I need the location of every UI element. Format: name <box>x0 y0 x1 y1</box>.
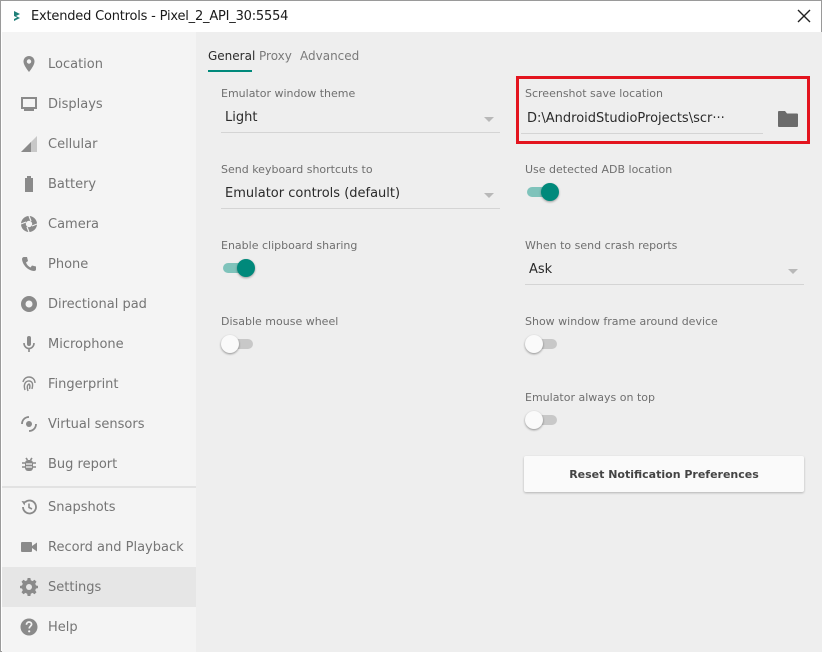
cellular-signal-icon <box>21 136 37 152</box>
sidebar-item-phone[interactable]: Phone <box>2 244 196 284</box>
crash-report-value: Ask <box>529 262 553 277</box>
microphone-icon <box>23 336 35 352</box>
sidebar-item-label: Microphone <box>48 336 124 352</box>
mousewheel-toggle[interactable] <box>221 334 255 354</box>
battery-icon <box>25 176 33 192</box>
toggle-thumb <box>525 411 543 429</box>
screenshot-location-value: D:\AndroidStudioProjects\scr··· <box>527 111 725 126</box>
screenshot-location-field[interactable]: D:\AndroidStudioProjects\scr··· <box>521 106 763 134</box>
sidebar-item-fingerprint[interactable]: Fingerprint <box>2 364 196 404</box>
help-icon <box>20 618 38 636</box>
window-title: Extended Controls - Pixel_2_API_30:5554 <box>31 9 289 24</box>
sidebar-item-settings[interactable]: Settings <box>2 567 196 607</box>
sidebar-item-camera[interactable]: Camera <box>2 204 196 244</box>
videocam-icon <box>21 542 37 552</box>
chevron-down-icon <box>484 193 494 198</box>
reset-button-label: Reset Notification Preferences <box>569 467 759 481</box>
clipboard-label: Enable clipboard sharing <box>221 239 358 252</box>
window-frame-toggle[interactable] <box>525 334 559 354</box>
chevron-down-icon <box>484 117 494 122</box>
theme-label: Emulator window theme <box>221 87 356 100</box>
window-frame-label: Show window frame around device <box>525 315 718 328</box>
title-bar[interactable]: Extended Controls - Pixel_2_API_30:5554 <box>1 1 821 32</box>
sidebar-item-location[interactable]: Location <box>2 44 196 84</box>
tab-advanced[interactable]: Advanced <box>300 49 359 63</box>
history-icon <box>21 499 37 515</box>
sidebar-item-label: Virtual sensors <box>48 416 145 432</box>
chevron-down-icon <box>788 269 798 274</box>
close-button[interactable] <box>793 5 815 27</box>
phone-icon <box>22 257 36 271</box>
sidebar-item-displays[interactable]: Displays <box>2 84 196 124</box>
bug-icon <box>22 457 36 471</box>
always-on-top-label: Emulator always on top <box>525 391 655 404</box>
android-studio-icon <box>14 11 20 21</box>
sidebar-item-battery[interactable]: Battery <box>2 164 196 204</box>
dpad-icon <box>21 296 37 312</box>
sidebar-item-virtual-sensors[interactable]: Virtual sensors <box>2 404 196 444</box>
theme-select[interactable]: Light <box>221 105 500 133</box>
sidebar-item-label: Phone <box>48 256 89 272</box>
shortcuts-label: Send keyboard shortcuts to <box>221 163 373 176</box>
shortcuts-value: Emulator controls (default) <box>225 186 401 201</box>
toggle-thumb <box>237 259 255 277</box>
sidebar-item-label: Record and Playback <box>48 539 184 555</box>
sidebar-item-snapshots[interactable]: Snapshots <box>2 487 196 527</box>
always-on-top-toggle[interactable] <box>525 410 559 430</box>
sidebar-item-directional-pad[interactable]: Directional pad <box>2 284 196 324</box>
sidebar-item-cellular[interactable]: Cellular <box>2 124 196 164</box>
toggle-thumb <box>541 183 559 201</box>
sidebar-item-bug-report[interactable]: Bug report <box>2 444 196 484</box>
toggle-thumb <box>221 335 239 353</box>
sidebar-item-label: Camera <box>48 216 100 232</box>
tab-proxy[interactable]: Proxy <box>259 49 292 63</box>
crash-report-label: When to send crash reports <box>525 239 678 252</box>
close-icon <box>797 9 811 23</box>
adb-toggle[interactable] <box>525 182 559 202</box>
mousewheel-label: Disable mouse wheel <box>221 315 339 328</box>
extended-controls-window: Extended Controls - Pixel_2_API_30:5554 … <box>0 0 822 652</box>
sidebar-item-microphone[interactable]: Microphone <box>2 324 196 364</box>
sidebar-item-label: Bug report <box>48 456 118 472</box>
display-icon <box>21 97 37 111</box>
sidebar-item-help[interactable]: Help <box>2 607 196 647</box>
sidebar-item-label: Displays <box>48 96 103 112</box>
sidebar-item-label: Snapshots <box>48 499 116 515</box>
camera-icon <box>20 215 38 233</box>
fingerprint-icon <box>22 376 36 392</box>
sidebar-item-label: Cellular <box>48 136 98 152</box>
location-pin-icon <box>23 56 35 72</box>
sidebar-item-label: Battery <box>48 176 97 192</box>
sidebar-item-record-and-playback[interactable]: Record and Playback <box>2 527 196 567</box>
active-tab-indicator <box>208 70 252 72</box>
shortcuts-select[interactable]: Emulator controls (default) <box>221 181 500 209</box>
sidebar: Location Displays Cellular Battery Camer… <box>2 32 196 652</box>
sidebar-item-label: Settings <box>48 579 102 595</box>
sensor-icon <box>21 416 37 432</box>
folder-icon <box>778 111 798 127</box>
reset-notification-preferences-button[interactable]: Reset Notification Preferences <box>524 456 804 492</box>
sidebar-item-label: Location <box>48 56 103 72</box>
browse-folder-button[interactable] <box>776 108 800 130</box>
toggle-thumb <box>525 335 543 353</box>
theme-value: Light <box>225 110 258 125</box>
settings-panel: General Proxy Advanced Emulator window t… <box>196 32 822 652</box>
sidebar-item-label: Fingerprint <box>48 376 119 392</box>
sidebar-item-label: Directional pad <box>48 296 147 312</box>
clipboard-toggle[interactable] <box>221 258 255 278</box>
adb-label: Use detected ADB location <box>525 163 673 176</box>
crash-report-select[interactable]: Ask <box>525 257 804 285</box>
tab-general[interactable]: General <box>208 49 255 63</box>
screenshot-location-label: Screenshot save location <box>525 87 663 100</box>
gear-icon <box>20 578 38 596</box>
sidebar-item-label: Help <box>48 619 78 635</box>
